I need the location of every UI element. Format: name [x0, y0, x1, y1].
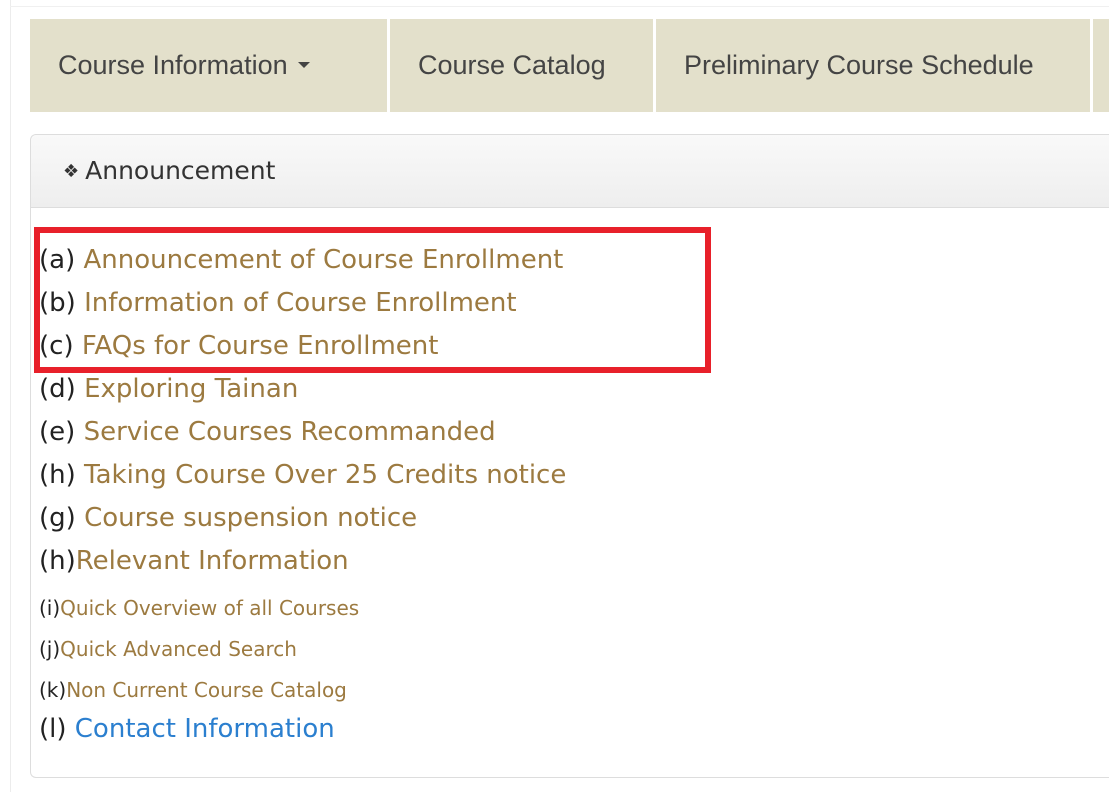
- diamond-bullet-icon: ❖: [63, 161, 80, 182]
- link-quick-advanced-search[interactable]: Quick Advanced Search: [60, 637, 297, 661]
- tab-label: Course Catalog: [418, 50, 606, 80]
- announcement-panel: ❖ Announcement (a) Announcement of Course…: [30, 134, 1109, 778]
- link-quick-overview-of-all-courses[interactable]: Quick Overview of all Courses: [60, 596, 359, 620]
- item-prefix: (h): [39, 546, 76, 576]
- item-prefix: (b): [39, 288, 85, 318]
- tab-course-information[interactable]: Course Information: [30, 19, 387, 112]
- list-item: (c) FAQs for Course Enrollment: [39, 331, 438, 361]
- item-prefix: (l): [39, 714, 75, 744]
- panel-heading: ❖ Announcement: [31, 135, 1109, 208]
- list-item: (h)Relevant Information: [39, 546, 349, 576]
- item-prefix: (i): [39, 596, 61, 620]
- list-item: (b) Information of Course Enrollment: [39, 288, 517, 318]
- item-prefix: (d): [39, 374, 85, 404]
- link-service-courses-recommanded[interactable]: Service Courses Recommanded: [84, 417, 496, 447]
- item-prefix: (g): [39, 503, 85, 533]
- link-faqs-for-course-enrollment[interactable]: FAQs for Course Enrollment: [82, 331, 439, 361]
- main-navbar: Course Information Course Catalog Prelim…: [30, 19, 1109, 112]
- list-item: (i)Quick Overview of all Courses: [39, 596, 359, 620]
- tab-course-catalog[interactable]: Course Catalog: [390, 19, 653, 112]
- item-prefix: (a): [39, 245, 84, 275]
- item-prefix: (k): [39, 678, 67, 702]
- page: Course Information Course Catalog Prelim…: [0, 0, 1109, 792]
- list-item: (k)Non Current Course Catalog: [39, 678, 347, 702]
- list-item: (e) Service Courses Recommanded: [39, 417, 496, 447]
- caret-down-icon: [297, 61, 310, 68]
- tab-preliminary-course-schedule[interactable]: Preliminary Course Schedule: [656, 19, 1090, 112]
- link-taking-course-over-25-credits-notice[interactable]: Taking Course Over 25 Credits notice: [84, 460, 566, 490]
- link-announcement-of-course-enrollment[interactable]: Announcement of Course Enrollment: [83, 245, 563, 275]
- item-prefix: (e): [39, 417, 84, 447]
- list-item: (d) Exploring Tainan: [39, 374, 298, 404]
- link-information-of-course-enrollment[interactable]: Information of Course Enrollment: [84, 288, 517, 318]
- list-item: (a) Announcement of Course Enrollment: [39, 245, 563, 275]
- link-course-suspension-notice[interactable]: Course suspension notice: [84, 503, 417, 533]
- link-non-current-course-catalog[interactable]: Non Current Course Catalog: [66, 678, 347, 702]
- link-exploring-tainan[interactable]: Exploring Tainan: [84, 374, 298, 404]
- panel-title: Announcement: [85, 156, 276, 185]
- item-prefix: (j): [39, 637, 61, 661]
- list-item: (g) Course suspension notice: [39, 503, 417, 533]
- tab-label: Course Information: [58, 50, 288, 80]
- top-border: [10, 0, 1109, 7]
- item-prefix: (c): [39, 331, 82, 361]
- left-border: [0, 0, 11, 792]
- list-item: (h) Taking Course Over 25 Credits notice: [39, 460, 566, 490]
- tab-label: Preliminary Course Schedule: [684, 50, 1034, 80]
- list-item: (l) Contact Information: [39, 714, 335, 744]
- tab-overflow[interactable]: [1093, 19, 1109, 112]
- item-prefix: (h): [39, 460, 85, 490]
- link-relevant-information[interactable]: Relevant Information: [76, 546, 349, 576]
- list-item: (j)Quick Advanced Search: [39, 637, 297, 661]
- link-contact-information[interactable]: Contact Information: [75, 714, 335, 744]
